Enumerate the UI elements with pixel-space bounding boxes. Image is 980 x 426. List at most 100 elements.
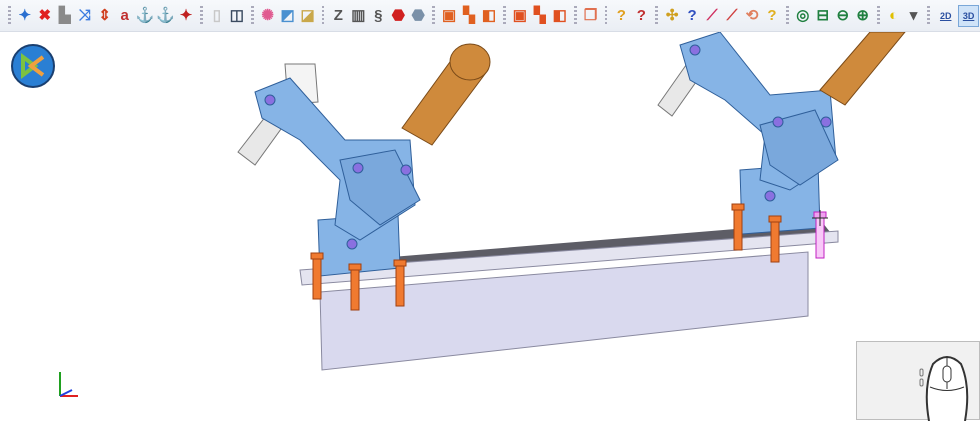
remove-component-button[interactable]: ▚ bbox=[460, 5, 478, 27]
axis-triad-icon bbox=[52, 368, 86, 402]
screw[interactable] bbox=[348, 263, 362, 311]
pattern-part-button[interactable]: ◧ bbox=[551, 5, 569, 27]
move-part-button[interactable]: ⤨ bbox=[76, 5, 94, 27]
annotate-button[interactable]: a bbox=[116, 5, 134, 27]
flip-button[interactable]: ⇕ bbox=[96, 5, 114, 27]
book-button[interactable]: ▯ bbox=[208, 5, 226, 27]
flip-icon: ⇕ bbox=[98, 7, 111, 24]
toolbar-grip[interactable] bbox=[8, 5, 11, 26]
thread-icon: § bbox=[374, 7, 383, 24]
app-logo[interactable] bbox=[11, 44, 55, 88]
add-component-button[interactable]: ▣ bbox=[440, 5, 458, 27]
screw[interactable] bbox=[768, 215, 782, 263]
measure-face-button[interactable]: ⟲ bbox=[743, 5, 761, 27]
toolbar-grip[interactable] bbox=[321, 5, 325, 26]
measure-edge-icon: ⟋ bbox=[726, 7, 738, 24]
toolbar-grip[interactable] bbox=[604, 5, 608, 26]
measure-angle-icon: ⟋ bbox=[706, 7, 718, 24]
zoom-window-button[interactable]: ⊟ bbox=[814, 5, 832, 27]
query-part-icon: ? bbox=[616, 7, 626, 24]
anchor-icon: ⚓ bbox=[135, 7, 155, 24]
measure-edge-button[interactable]: ⟋ bbox=[723, 5, 741, 27]
shaded-box-icon: ◪ bbox=[300, 7, 315, 24]
view-2d-label: 2D bbox=[939, 10, 952, 21]
constraint-tree-button[interactable]: ✦ bbox=[177, 5, 195, 27]
delete-constraint-icon: ✖ bbox=[38, 7, 52, 24]
gray-solid-icon: ⬣ bbox=[411, 7, 425, 24]
add-constraint-button[interactable]: ✦ bbox=[16, 5, 34, 27]
fix-part-button[interactable]: ▙ bbox=[56, 5, 74, 27]
dropdown-arrow-button[interactable]: ▾ bbox=[905, 5, 923, 27]
spring-button[interactable]: Z bbox=[329, 5, 347, 27]
gray-solid-button[interactable]: ⬣ bbox=[409, 5, 427, 27]
screw[interactable] bbox=[310, 252, 324, 300]
overlap-icon: ❐ bbox=[583, 7, 598, 24]
zoom-fit-button[interactable]: ◎ bbox=[794, 5, 812, 27]
toolbar-grip[interactable] bbox=[573, 5, 577, 26]
query-dimension-button[interactable]: ? bbox=[632, 5, 650, 27]
red-solid-icon: ⬣ bbox=[391, 7, 405, 24]
remove-component-icon: ▚ bbox=[463, 7, 475, 24]
cube-outline-button[interactable]: ◫ bbox=[228, 5, 246, 27]
toolbar-grip[interactable] bbox=[876, 5, 880, 26]
center-of-gravity-button[interactable]: ◐ bbox=[885, 5, 903, 27]
view-2d-button[interactable]: 2D bbox=[935, 5, 956, 27]
query-dimension-icon: ? bbox=[636, 7, 646, 24]
query-volume-button[interactable]: ? bbox=[763, 5, 781, 27]
replace-component-icon: ◧ bbox=[481, 7, 497, 24]
mouse-icon bbox=[919, 356, 969, 422]
zoom-previous-icon: ⊖ bbox=[836, 7, 850, 24]
toolbar-grip[interactable] bbox=[502, 5, 506, 26]
section-view-icon: ◩ bbox=[280, 7, 295, 24]
constraint-tree-icon: ✦ bbox=[179, 7, 193, 24]
hatch-button[interactable]: ▥ bbox=[349, 5, 367, 27]
pattern-part-icon: ◧ bbox=[552, 7, 567, 24]
annotate-icon: a bbox=[120, 7, 129, 24]
zoom-next-button[interactable]: ⊕ bbox=[854, 5, 872, 27]
view-3d-label: 3D bbox=[962, 10, 975, 21]
query-part-button[interactable]: ? bbox=[612, 5, 630, 27]
remove-part-button[interactable]: ▚ bbox=[531, 5, 549, 27]
insert-part-button[interactable]: ▣ bbox=[511, 5, 529, 27]
shaded-box-button[interactable]: ◪ bbox=[299, 5, 317, 27]
main-toolbar: ✦ ✖ ▙ ⤨ ⇕ a ⚓ ⚓ ✦ ▯ ◫ ✺ ◩ ◪ Z ▥ § ⬣ ⬣ ▣ ▚ ◧ ▣ ▚ ◧ ❐?? ✣? ⟋ ⟋ ⟲? ◎ ⊟ ⊖ ⊕ ◐ ▾… bbox=[0, 0, 980, 32]
3d-viewport[interactable] bbox=[0, 31, 980, 420]
thread-button[interactable]: § bbox=[369, 5, 387, 27]
remove-part-icon: ▚ bbox=[533, 7, 546, 24]
fix-part-icon: ▙ bbox=[58, 7, 71, 24]
toolbar-grip[interactable] bbox=[927, 5, 931, 26]
query-distance-button[interactable]: ? bbox=[683, 5, 701, 27]
color-palette-icon: ✺ bbox=[261, 7, 274, 24]
anchor-button[interactable]: ⚓ bbox=[136, 5, 155, 27]
zoom-fit-icon: ◎ bbox=[796, 7, 810, 24]
replace-component-button[interactable]: ◧ bbox=[480, 5, 498, 27]
overlap-button[interactable]: ❐ bbox=[582, 5, 600, 27]
cube-outline-icon: ◫ bbox=[229, 7, 244, 24]
toolbar-grip[interactable] bbox=[250, 5, 254, 26]
view-3d-button[interactable]: 3D bbox=[958, 4, 980, 27]
zoom-previous-button[interactable]: ⊖ bbox=[834, 5, 852, 27]
assembly-model[interactable] bbox=[0, 31, 980, 420]
zoom-next-icon: ⊕ bbox=[856, 7, 869, 24]
move-part-icon: ⤨ bbox=[78, 7, 91, 24]
query-volume-icon: ? bbox=[767, 7, 777, 24]
spring-icon: Z bbox=[333, 7, 343, 24]
delete-constraint-button[interactable]: ✖ bbox=[36, 5, 54, 27]
screw[interactable] bbox=[731, 203, 745, 251]
toolbar-grip[interactable] bbox=[785, 5, 789, 26]
center-of-gravity-icon: ◐ bbox=[888, 7, 899, 24]
book-icon: ▯ bbox=[212, 7, 221, 24]
right-toggle-clamp[interactable] bbox=[657, 31, 907, 235]
measure-angle-button[interactable]: ⟋ bbox=[703, 5, 721, 27]
toolbar-grip[interactable] bbox=[432, 5, 436, 26]
toolbar-grip[interactable] bbox=[655, 5, 659, 26]
interference-icon: ✣ bbox=[665, 7, 679, 24]
section-view-button[interactable]: ◩ bbox=[279, 5, 297, 27]
left-toggle-clamp[interactable] bbox=[237, 43, 491, 277]
multi-anchor-button[interactable]: ⚓ bbox=[156, 5, 175, 27]
color-palette-button[interactable]: ✺ bbox=[259, 5, 277, 27]
screw[interactable] bbox=[393, 259, 407, 307]
toolbar-grip[interactable] bbox=[200, 5, 203, 26]
red-solid-button[interactable]: ⬣ bbox=[389, 5, 407, 27]
interference-button[interactable]: ✣ bbox=[663, 5, 681, 27]
